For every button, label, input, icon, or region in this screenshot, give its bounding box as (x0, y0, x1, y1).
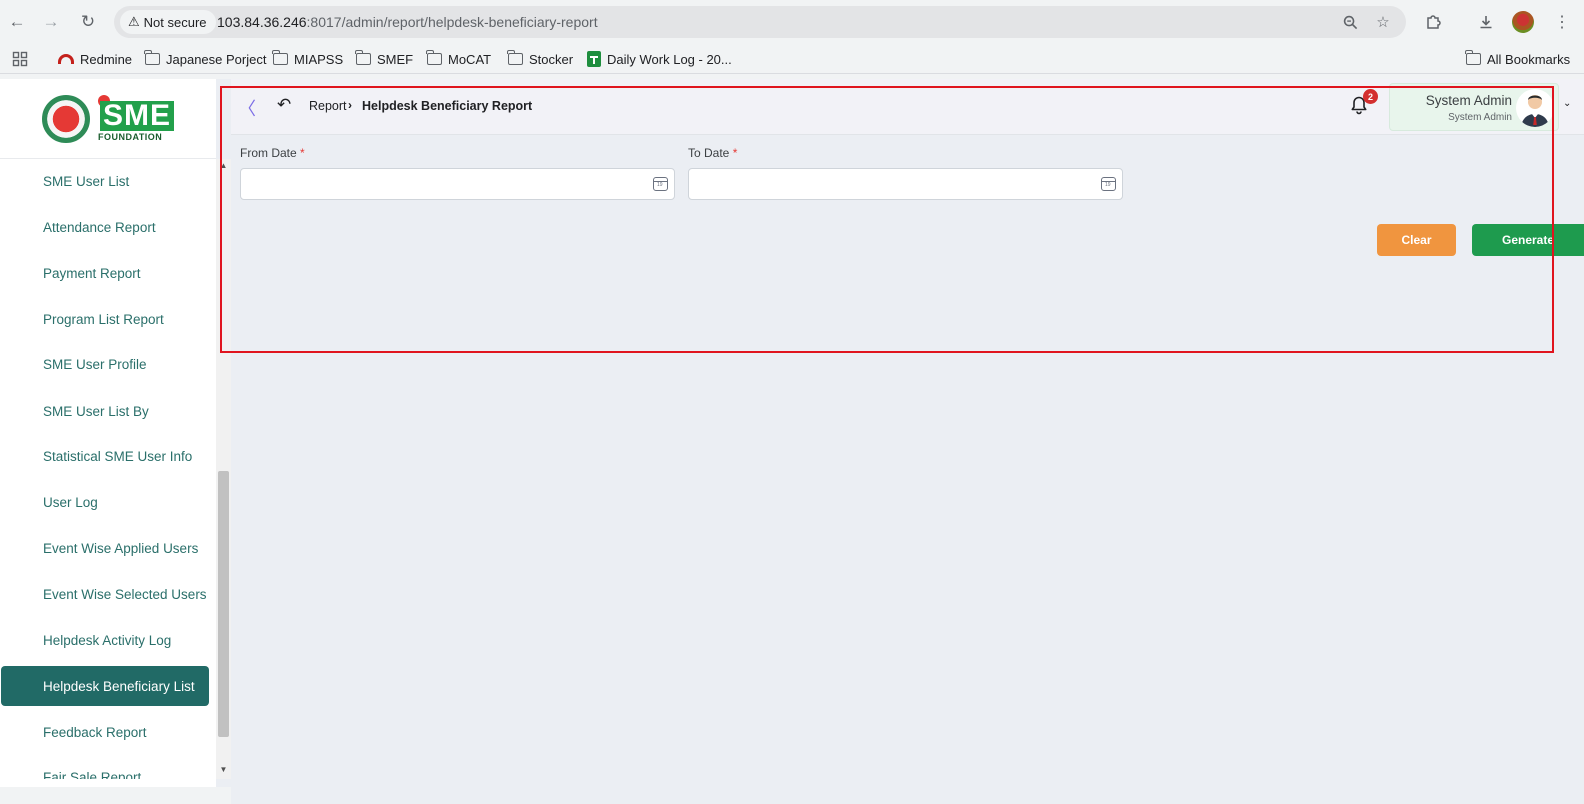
page-header: 〈 ↶ Report › Helpdesk Beneficiary Report… (231, 79, 1584, 135)
collapse-sidebar-icon[interactable]: 〈 (238, 95, 256, 121)
user-menu[interactable]: System Admin System Admin (1389, 83, 1559, 131)
avatar (1516, 89, 1554, 127)
sidebar-item-helpdesk-activity-log[interactable]: Helpdesk Activity Log (1, 620, 209, 660)
logo[interactable]: SME FOUNDATION (0, 79, 216, 159)
bookmark-miapss[interactable]: MIAPSS (272, 50, 343, 68)
sidebar-item-helpdesk-beneficiary-list[interactable]: Helpdesk Beneficiary List (1, 666, 209, 706)
sidebar-menu: SME User List Attendance Report Payment … (0, 159, 216, 779)
browser-toolbar: ← → ↻ ⚠ Not secure 103.84.36.246:8017/ad… (0, 0, 1584, 44)
folder-icon (1465, 50, 1481, 65)
sheets-icon (587, 51, 601, 67)
sidebar-item-feedback-report[interactable]: Feedback Report (1, 712, 209, 752)
folder-icon (426, 50, 442, 65)
bottom-strip (0, 787, 231, 804)
to-date-label: To Date * (688, 146, 738, 160)
forward-arrow-icon[interactable]: → (38, 9, 64, 35)
folder-icon (507, 50, 523, 65)
sidebar-item-sme-user-list-by[interactable]: SME User List By (1, 391, 209, 431)
sidebar-item-program-list-report[interactable]: Program List Report (1, 299, 209, 339)
folder-icon (355, 50, 371, 65)
apps-grid-icon[interactable] (12, 50, 28, 68)
back-icon[interactable]: ↶ (277, 95, 291, 115)
calendar-icon[interactable] (653, 177, 668, 191)
breadcrumb-current: Helpdesk Beneficiary Report (362, 99, 533, 113)
from-date-input[interactable] (240, 168, 675, 200)
from-date-label: From Date * (240, 146, 305, 160)
bookmarks-bar: Redmine Japanese Porject MIAPSS SMEF MoC… (0, 44, 1584, 74)
sidebar-scroll-thumb[interactable] (218, 471, 229, 737)
sme-foundation-logo: SME FOUNDATION (97, 95, 174, 142)
bookmark-daily-work-log[interactable]: Daily Work Log - 20... (587, 50, 732, 68)
zoom-icon[interactable] (1341, 13, 1359, 31)
to-date-input[interactable] (688, 168, 1123, 200)
bookmark-japanese-porject[interactable]: Japanese Porject (144, 50, 266, 68)
report-filter-form: From Date * To Date * Clear Generate (231, 135, 1584, 804)
profile-avatar-icon[interactable] (1512, 11, 1534, 33)
back-arrow-icon[interactable]: ← (4, 9, 30, 35)
user-name: System Admin (1425, 93, 1512, 108)
sidebar-item-event-wise-applied-users[interactable]: Event Wise Applied Users (1, 528, 209, 568)
calendar-icon[interactable] (1101, 177, 1116, 191)
user-avatar-icon (1521, 95, 1549, 127)
folder-icon (272, 50, 288, 65)
sidebar: SME FOUNDATION SME User List Attendance … (0, 79, 216, 804)
sidebar-item-statistical-sme-user-info[interactable]: Statistical SME User Info (1, 436, 209, 476)
bookmark-redmine[interactable]: Redmine (58, 50, 132, 68)
redmine-icon (58, 54, 74, 64)
security-chip[interactable]: ⚠ Not secure (120, 10, 216, 34)
sidebar-item-fair-sale-report[interactable]: Fair Sale Report (1, 757, 209, 780)
clear-button[interactable]: Clear (1377, 224, 1456, 256)
breadcrumb-report[interactable]: Report (309, 99, 347, 113)
app-container: SME FOUNDATION SME User List Attendance … (0, 79, 1584, 804)
bookmark-smef[interactable]: SMEF (355, 50, 413, 68)
chevron-down-icon[interactable]: ⌄ (1563, 98, 1571, 109)
security-label: Not secure (143, 14, 207, 30)
sidebar-item-sme-user-list[interactable]: SME User List (1, 161, 209, 201)
warning-icon: ⚠ (128, 14, 140, 29)
user-role: System Admin (1448, 112, 1512, 123)
folder-icon (144, 50, 160, 65)
generate-button[interactable]: Generate (1472, 224, 1584, 256)
scroll-down-arrow-icon[interactable]: ▼ (218, 765, 229, 777)
address-bar[interactable]: ⚠ Not secure 103.84.36.246:8017/admin/re… (114, 6, 1406, 38)
sidebar-item-event-wise-selected-users[interactable]: Event Wise Selected Users (1, 574, 209, 614)
notification-badge: 2 (1363, 89, 1378, 104)
url-text[interactable]: 103.84.36.246:8017/admin/report/helpdesk… (217, 14, 598, 30)
sidebar-item-payment-report[interactable]: Payment Report (1, 253, 209, 293)
government-emblem-icon (41, 94, 90, 143)
bookmark-mocat[interactable]: MoCAT (426, 50, 491, 68)
bookmark-stocker[interactable]: Stocker (507, 50, 573, 68)
sidebar-item-sme-user-profile[interactable]: SME User Profile (1, 344, 209, 384)
download-icon[interactable] (1475, 11, 1497, 33)
sidebar-item-user-log[interactable]: User Log (1, 482, 209, 522)
breadcrumb-chevron-icon: › (348, 98, 352, 112)
sidebar-item-attendance-report[interactable]: Attendance Report (1, 207, 209, 247)
kebab-menu-icon[interactable]: ⋮ (1551, 11, 1573, 33)
all-bookmarks[interactable]: All Bookmarks (1465, 50, 1570, 68)
reload-icon[interactable]: ↻ (75, 9, 101, 35)
scroll-up-arrow-icon[interactable]: ▲ (218, 161, 229, 173)
bookmark-star-icon[interactable]: ☆ (1374, 13, 1392, 31)
extensions-icon[interactable] (1422, 11, 1444, 33)
